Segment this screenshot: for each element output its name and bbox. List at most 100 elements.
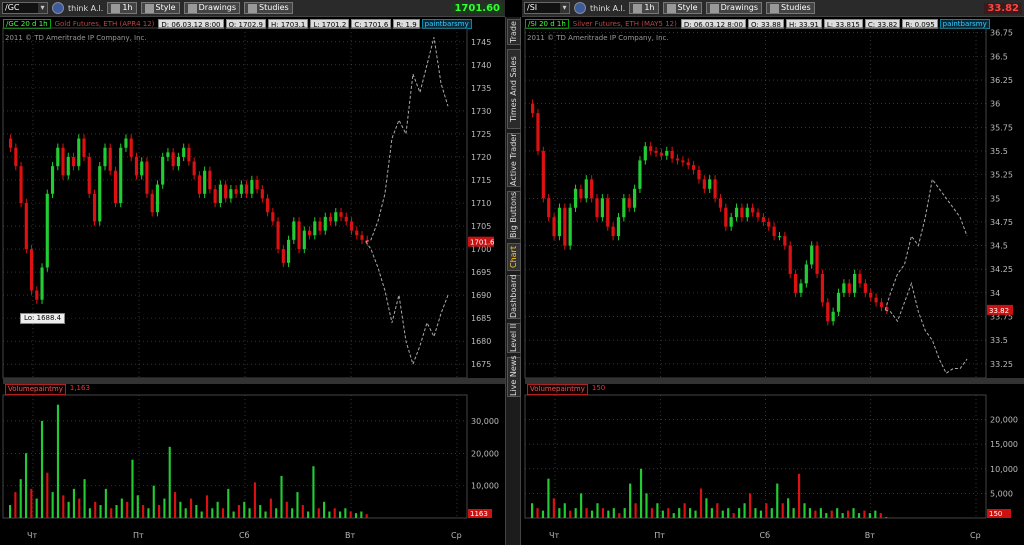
left-candle-body bbox=[307, 230, 312, 236]
right-candle-body bbox=[761, 217, 765, 222]
tab-active-trader[interactable]: Active Trader bbox=[507, 133, 521, 187]
left-volume-bar bbox=[211, 508, 214, 518]
right-candle-body bbox=[804, 264, 808, 284]
right-price-tick-label: 36.75 bbox=[990, 29, 1013, 38]
right-price-tick-label: 35.75 bbox=[990, 123, 1013, 132]
right-candle-body bbox=[783, 236, 787, 246]
left-volume-bar bbox=[19, 479, 22, 518]
tab-times-and-sales[interactable]: Times And Sales bbox=[507, 49, 521, 129]
left-volume-bar bbox=[184, 508, 187, 518]
right-candle-body bbox=[675, 158, 680, 161]
gold-chart-svg[interactable]: 1675168016851690169517001705171017151720… bbox=[0, 0, 505, 545]
tab-big-buttons[interactable]: Big Buttons bbox=[507, 191, 521, 239]
silver-volume-value: 150 bbox=[591, 384, 606, 392]
right-volume-bar bbox=[759, 510, 763, 518]
left-candle-body bbox=[171, 152, 175, 167]
right-candle-body bbox=[697, 169, 701, 180]
right-volume-bar bbox=[618, 513, 621, 518]
tab-live-news[interactable]: Live News bbox=[507, 356, 521, 397]
right-volume-bar bbox=[639, 468, 643, 518]
right-price-tick-label: 34.5 bbox=[990, 242, 1008, 251]
right-volume-bar bbox=[569, 510, 572, 518]
right-volume-bar bbox=[716, 503, 719, 518]
silver-volume-study[interactable]: Volumepaintmy bbox=[527, 384, 588, 395]
right-volume-bar bbox=[683, 503, 686, 518]
left-volume-bar bbox=[136, 495, 139, 518]
right-volume-bar bbox=[531, 503, 534, 518]
left-volume-bar bbox=[78, 498, 81, 518]
right-candle-body bbox=[858, 273, 862, 284]
left-volume-bar bbox=[51, 492, 54, 518]
left-candle-body bbox=[239, 184, 243, 194]
left-price-tick-label: 1740 bbox=[471, 61, 491, 70]
left-volume-bar bbox=[131, 459, 134, 518]
right-volume-tick-label: 5,000 bbox=[990, 489, 1013, 498]
left-volume-bar bbox=[189, 498, 193, 518]
left-volume-bar bbox=[35, 498, 38, 518]
right-volume-bar bbox=[863, 510, 866, 518]
left-volume-bar bbox=[56, 404, 60, 518]
right-volume-tick-label: 10,000 bbox=[990, 465, 1018, 474]
left-volume-bar bbox=[205, 495, 209, 518]
silver-chart-svg[interactable]: 33.2533.533.753434.2534.534.753535.2535.… bbox=[522, 0, 1024, 545]
tab-level-ii[interactable]: Level II bbox=[507, 323, 521, 353]
left-candle-body bbox=[208, 170, 212, 190]
left-price-tick-label: 1745 bbox=[471, 38, 491, 47]
right-volume-bar bbox=[885, 517, 888, 518]
right-candle-body bbox=[729, 217, 733, 227]
right-candle-body bbox=[799, 283, 803, 293]
left-candle-body bbox=[192, 161, 196, 176]
left-volume-bar bbox=[83, 479, 86, 518]
right-volume-bar bbox=[629, 483, 632, 518]
tab-dashboard[interactable]: Dashboard bbox=[507, 275, 521, 319]
left-volume-bar bbox=[259, 505, 262, 518]
right-volume-bar bbox=[678, 508, 681, 518]
left-price-tick-label: 1725 bbox=[471, 130, 491, 139]
left-time-tick-label: Сб bbox=[239, 531, 250, 540]
right-candle-body bbox=[590, 179, 594, 199]
left-volume-bar bbox=[328, 511, 331, 518]
left-volume-bar bbox=[301, 505, 304, 518]
right-candle-body bbox=[788, 245, 792, 274]
right-volume-bar bbox=[748, 493, 752, 518]
left-volume-bar bbox=[269, 498, 272, 518]
left-volume-bar bbox=[62, 495, 65, 518]
left-candle-body bbox=[92, 193, 97, 222]
left-volume-bar bbox=[323, 501, 326, 518]
left-candle-body bbox=[360, 235, 364, 240]
left-candle-body bbox=[161, 156, 165, 185]
left-candle-body bbox=[266, 198, 270, 213]
left-volume-bar bbox=[248, 508, 251, 518]
left-volume-bar bbox=[9, 505, 12, 518]
right-price-tick-label: 36.5 bbox=[990, 52, 1008, 61]
left-candle-body bbox=[155, 184, 160, 213]
right-candle-body bbox=[563, 207, 567, 246]
right-volume-bar bbox=[547, 478, 550, 518]
tab-trade[interactable]: Trade bbox=[507, 19, 521, 45]
left-volume-tick-label: 10,000 bbox=[471, 482, 499, 491]
right-volume-bar bbox=[667, 508, 670, 518]
tab-chart[interactable]: Chart bbox=[507, 243, 521, 271]
left-price-tick-label: 1720 bbox=[471, 153, 491, 162]
left-price-tick-label: 1690 bbox=[471, 291, 491, 300]
right-volume-bar bbox=[814, 510, 817, 518]
right-candle-body bbox=[767, 221, 771, 227]
right-volume-bar bbox=[580, 493, 583, 518]
right-candle-body bbox=[740, 207, 744, 218]
left-candle-body bbox=[87, 156, 91, 194]
right-candle-body bbox=[874, 297, 878, 303]
left-candle-body bbox=[145, 161, 149, 194]
right-candle-body bbox=[724, 207, 728, 227]
gold-volume-study[interactable]: Volumepaintmy bbox=[5, 384, 66, 395]
left-volume-bar bbox=[168, 446, 171, 518]
right-candle-body bbox=[595, 198, 599, 218]
left-candle-body bbox=[292, 221, 296, 240]
left-candle-body bbox=[286, 239, 291, 263]
left-candle-body bbox=[24, 203, 28, 250]
right-volume-bar bbox=[656, 503, 659, 518]
right-candle-body bbox=[831, 311, 835, 322]
right-volume-bar bbox=[754, 508, 757, 518]
right-candle-body bbox=[702, 179, 706, 189]
right-time-tick-label: Пт bbox=[654, 531, 665, 540]
right-volume-bar bbox=[874, 510, 877, 518]
